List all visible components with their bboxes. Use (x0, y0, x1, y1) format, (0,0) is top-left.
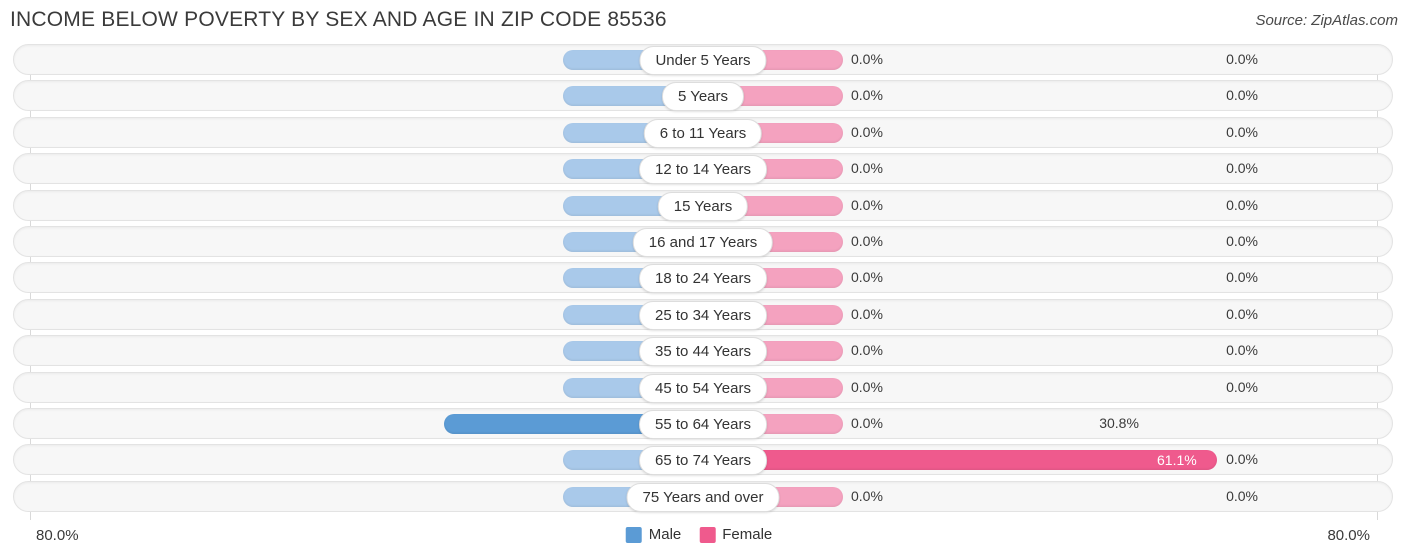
chart-legend: Male Female (625, 526, 781, 543)
value-label-male: 0.0% (1226, 342, 1258, 359)
value-label-male: 0.0% (1226, 123, 1258, 140)
axis-label-left: 80.0% (36, 527, 79, 544)
chart-row: 0.0% 0.0% 75 Years and over (0, 480, 1406, 512)
chart-header: INCOME BELOW POVERTY BY SEX AND AGE IN Z… (0, 0, 1406, 40)
value-label-female: 61.1% (1157, 452, 1197, 469)
value-label-female: 0.0% (851, 342, 883, 359)
value-label-female: 0.0% (851, 232, 883, 249)
legend-item[interactable]: Female (699, 526, 772, 543)
category-label: 55 to 64 Years (639, 409, 767, 439)
legend-swatch-icon (625, 526, 642, 543)
legend-swatch-icon (699, 526, 716, 543)
category-label: 15 Years (657, 191, 749, 221)
category-label: Under 5 Years (639, 46, 767, 75)
page-title: INCOME BELOW POVERTY BY SEX AND AGE IN Z… (10, 8, 667, 31)
value-label-female: 0.0% (851, 414, 883, 431)
chart-row: 0.0% 0.0% 35 to 44 Years (0, 335, 1406, 367)
category-label: 75 Years and over (626, 482, 780, 512)
value-label-male: 0.0% (1226, 232, 1258, 249)
chart-plot-area: 0.0% 0.0% Under 5 Years 0.0% 0.0% 5 Years 0.0%… (0, 44, 1406, 520)
value-label-female: 0.0% (851, 196, 883, 213)
source-attribution: Source: ZipAtlas.com (1255, 12, 1398, 29)
chart-row: 0.0% 0.0% 5 Years (0, 80, 1406, 112)
value-label-male: 0.0% (1226, 160, 1258, 177)
chart-row: 0.0% 0.0% Under 5 Years (0, 44, 1406, 75)
value-label-male: 0.0% (1226, 196, 1258, 213)
category-label: 35 to 44 Years (639, 337, 767, 367)
chart-row: 30.8% 0.0% 55 to 64 Years (0, 407, 1406, 439)
value-label-male: 0.0% (1226, 378, 1258, 395)
chart-row: 0.0% 0.0% 25 to 34 Years (0, 298, 1406, 330)
chart-row: 0.0% 0.0% 6 to 11 Years (0, 116, 1406, 148)
chart-footer: 80.0% Male Female 80.0% (0, 514, 1406, 558)
value-label-female: 0.0% (851, 51, 883, 67)
bar-female (703, 450, 1217, 471)
value-label-male: 0.0% (1226, 451, 1258, 468)
value-label-male: 0.0% (1226, 51, 1258, 67)
axis-label-right: 80.0% (1327, 527, 1370, 544)
chart-row: 0.0% 0.0% 18 to 24 Years (0, 262, 1406, 294)
legend-label: Female (722, 526, 773, 543)
value-label-male: 0.0% (1226, 87, 1258, 104)
value-label-female: 0.0% (851, 305, 883, 322)
legend-label: Male (648, 526, 682, 543)
category-label: 18 to 24 Years (639, 264, 767, 294)
value-label-male: 30.8% (1099, 414, 1139, 431)
value-label-female: 0.0% (851, 487, 883, 504)
chart-row: 0.0% 0.0% 15 Years (0, 189, 1406, 221)
value-label-male: 0.0% (1226, 269, 1258, 286)
chart-row: 0.0% 0.0% 16 and 17 Years (0, 225, 1406, 257)
value-label-female: 0.0% (851, 87, 883, 104)
value-label-male: 0.0% (1226, 305, 1258, 322)
category-label: 12 to 14 Years (639, 155, 767, 185)
category-label: 16 and 17 Years (632, 227, 774, 257)
category-label: 25 to 34 Years (639, 300, 767, 330)
category-label: 65 to 74 Years (639, 446, 767, 476)
value-label-female: 0.0% (851, 269, 883, 286)
chart-rows: 0.0% 0.0% Under 5 Years 0.0% 0.0% 5 Years 0.0%… (0, 44, 1406, 517)
value-label-female: 0.0% (851, 160, 883, 177)
value-label-male: 0.0% (1226, 487, 1258, 504)
chart-row: 0.0% 61.1% 65 to 74 Years (0, 444, 1406, 476)
value-label-female: 0.0% (851, 378, 883, 395)
value-label-female: 0.0% (851, 123, 883, 140)
category-label: 5 Years (661, 82, 745, 112)
category-label: 45 to 54 Years (639, 373, 767, 403)
chart-row: 0.0% 0.0% 12 to 14 Years (0, 153, 1406, 185)
legend-item[interactable]: Male (625, 526, 682, 543)
category-label: 6 to 11 Years (643, 118, 763, 148)
chart-row: 0.0% 0.0% 45 to 54 Years (0, 371, 1406, 403)
